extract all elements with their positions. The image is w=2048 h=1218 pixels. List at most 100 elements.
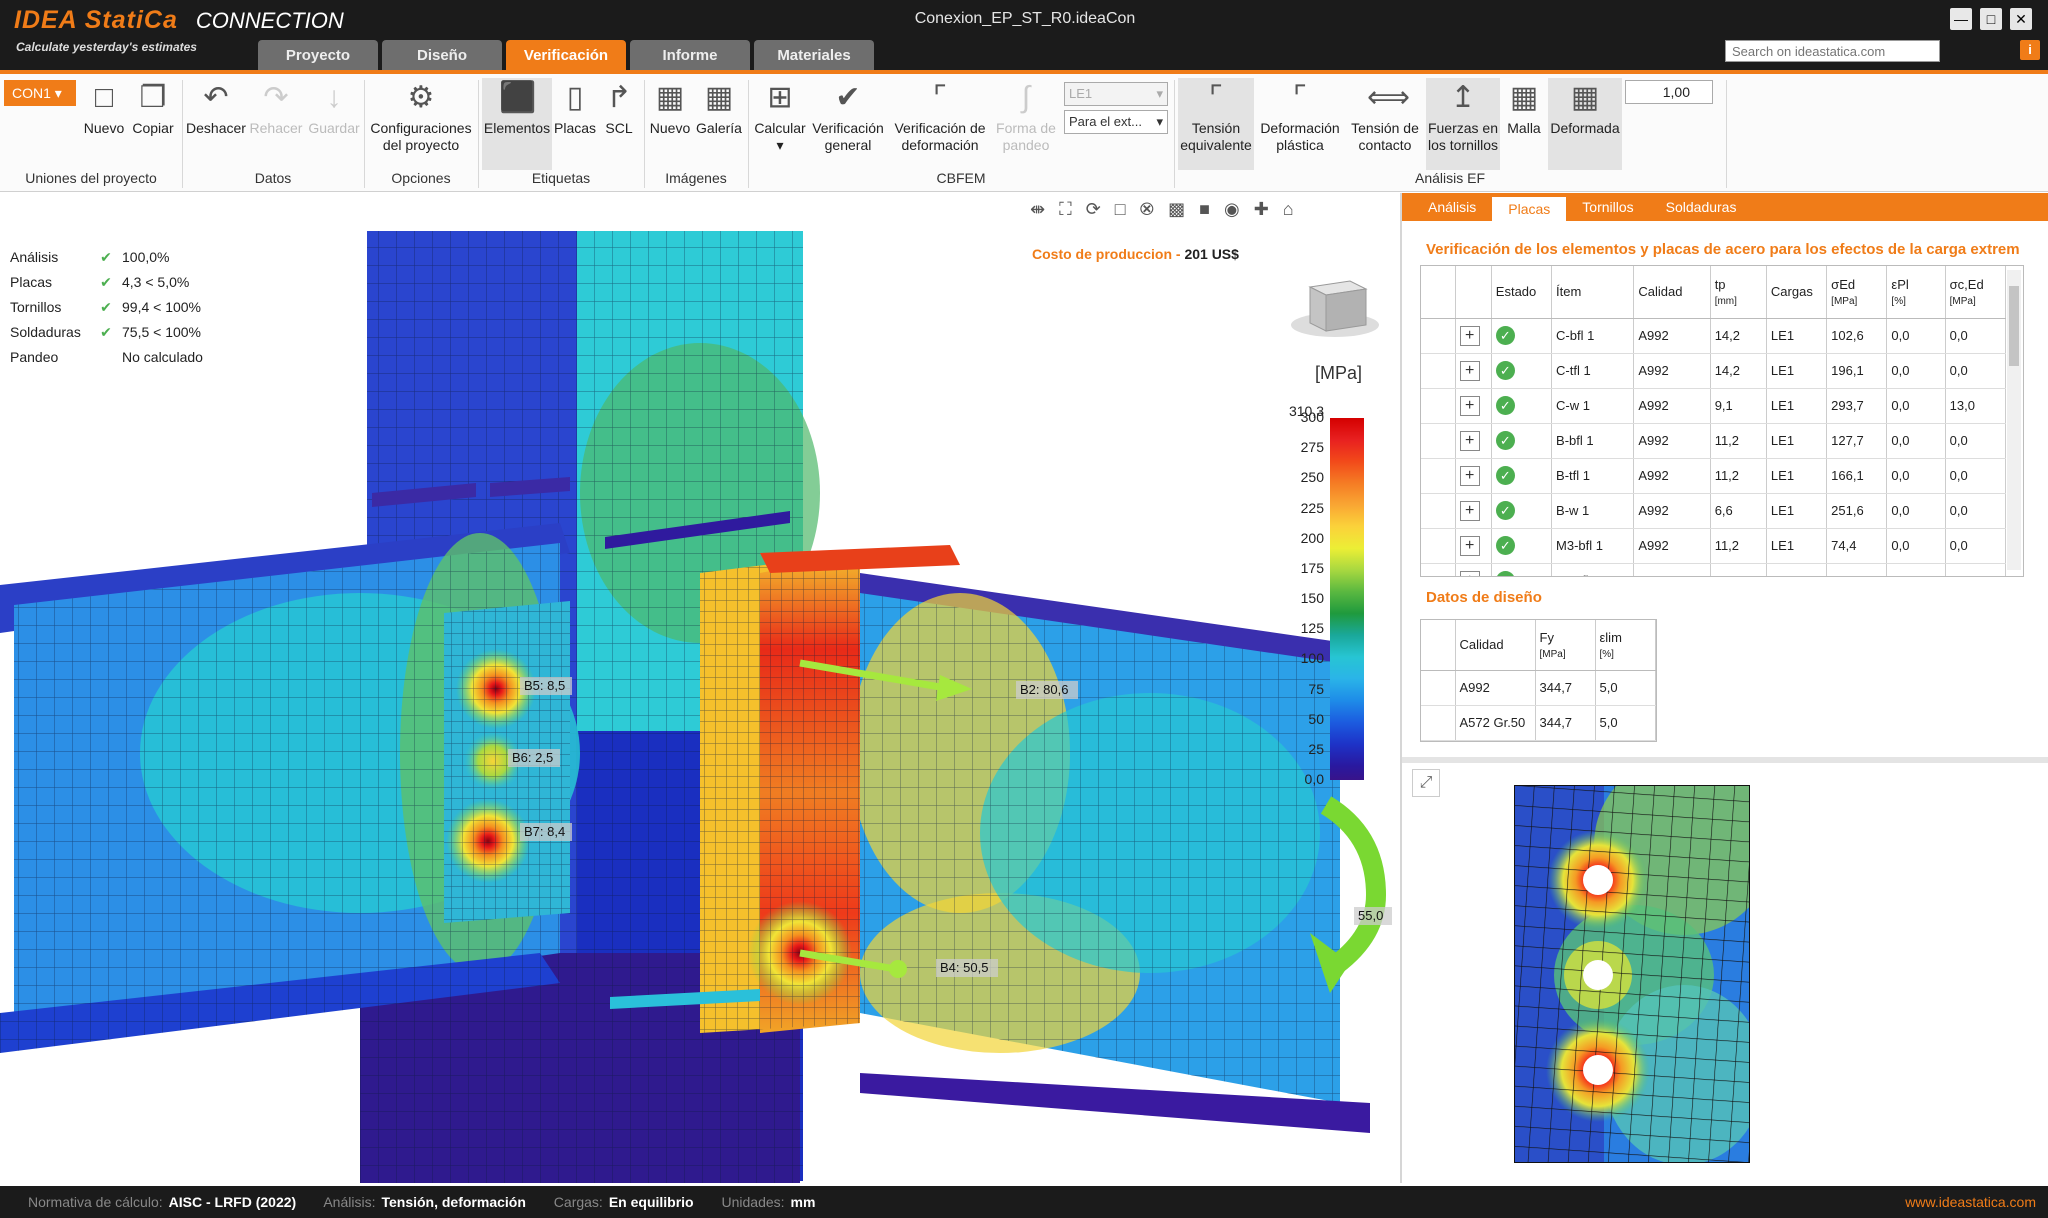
expand-row-icon[interactable]: + — [1459, 430, 1480, 451]
copiar-button[interactable]: ❐ Copiar — [130, 78, 176, 137]
configuraciones-button[interactable]: ⚙ Configuraciones del proyecto — [366, 78, 476, 154]
calcular-button[interactable]: ⊞ Calcular ▾ — [752, 78, 808, 154]
table-row[interactable]: + ✓ B-bfl 1 A992 11,2 LE1 127,7 0,0 0,0 — [1421, 423, 2007, 459]
forma-pandeo-button[interactable]: ∫ Forma de pandeo — [994, 78, 1058, 154]
search-input[interactable] — [1725, 40, 1940, 62]
expand-row-icon[interactable]: + — [1459, 535, 1480, 556]
expand-icon[interactable]: ⤢ — [1412, 769, 1440, 797]
galeria-button[interactable]: ▦ Galería — [694, 78, 744, 137]
table-scrollbar-thumb[interactable] — [2009, 286, 2019, 366]
info-button[interactable]: i — [2020, 40, 2040, 60]
summary-row: Análisis ✔ 100,0% — [10, 245, 203, 270]
table-row[interactable]: + ✓ C-tfl 1 A992 14,2 LE1 196,1 0,0 0,0 — [1421, 353, 2007, 389]
fit-width-icon[interactable]: ⇼ — [1030, 199, 1045, 220]
cell-epl: 0,0 — [1886, 563, 1946, 576]
home-icon[interactable]: ⌂ — [1283, 199, 1294, 220]
guardar-button[interactable]: ↓ Guardar — [306, 78, 362, 137]
section-icon[interactable]: □ — [1115, 199, 1126, 220]
extreme-select[interactable]: Para el ext... ▾ — [1064, 110, 1168, 134]
cell-sced: 0,0 — [1945, 563, 2007, 576]
table-row[interactable]: + ✓ C-w 1 A992 9,1 LE1 293,7 0,0 13,0 — [1421, 388, 2007, 424]
tension-equivalente-button[interactable]: ⌜ Tensión equivalente — [1178, 78, 1254, 170]
view-cube-icon[interactable] — [1290, 273, 1380, 343]
table-row[interactable]: + ✓ C-bfl 1 A992 14,2 LE1 102,6 0,0 0,0 — [1421, 318, 2007, 354]
scl-button[interactable]: ↱ SCL — [598, 78, 640, 137]
expand-row-icon[interactable]: + — [1459, 325, 1480, 346]
cost-label: Costo de produccion — [1032, 246, 1172, 262]
stress-model-view[interactable]: B5: 8,5 B6: 2,5 B7: 8,4 B2: 80,6 B4: 50,… — [0, 193, 1400, 1183]
col-epl[interactable]: εPl [%] — [1886, 266, 1946, 319]
expand-row-icon[interactable]: + — [1459, 465, 1480, 486]
deformacion-plastica-button[interactable]: ⌜ Deformación plástica — [1256, 78, 1344, 154]
deshacer-button[interactable]: ↶ Deshacer — [186, 78, 246, 137]
cell-sed: 251,6 — [1826, 493, 1888, 529]
deformation-scale-input[interactable]: 1,00 — [1625, 80, 1713, 104]
title-bar: IDEA StatiCa CONNECTION Calculate yesterd… — [0, 0, 2048, 72]
cell-epl: 0,0 — [1886, 388, 1946, 424]
verificacion-deformacion-button[interactable]: ⌜ Verificación de deformación — [888, 78, 992, 154]
app-slogan: Calculate yesterday's estimates — [16, 40, 197, 54]
zoom-extents-icon[interactable]: ⛶ — [1059, 199, 1072, 220]
fuerzas-tornillos-button[interactable]: ↥ Fuerzas en los tornillos — [1426, 78, 1500, 170]
nuevo-button[interactable]: □ Nuevo — [80, 78, 128, 137]
nuevo-imagen-button[interactable]: ▦ Nuevo — [648, 78, 692, 137]
tab-analisis[interactable]: Análisis — [1412, 193, 1492, 221]
table-row[interactable]: + ✓ M3-bfl 1 A992 11,2 LE1 74,4 0,0 0,0 — [1421, 528, 2007, 564]
plates-table-body: + ✓ C-bfl 1 A992 14,2 LE1 102,6 0,0 0,0 + ✓ C-tfl 1… — [1421, 318, 2007, 576]
tab-diseno[interactable]: Diseño — [382, 40, 502, 72]
tab-soldaduras[interactable]: Soldaduras — [1650, 193, 1753, 221]
tension-contacto-button[interactable]: ⟺ Tensión de contacto — [1346, 78, 1424, 154]
elementos-button[interactable]: ⬛ Elementos — [482, 78, 552, 170]
expand-row-icon[interactable]: + — [1459, 500, 1480, 521]
cell-tp: 11,2 — [1710, 458, 1767, 494]
close-icon[interactable]: ✕ — [2010, 8, 2032, 30]
wireframe-icon[interactable]: ⮿ — [1140, 199, 1154, 220]
verificacion-general-button[interactable]: ✔ Verificación general — [808, 78, 888, 154]
check-icon: ✔ — [100, 324, 112, 340]
expand-row-icon[interactable]: + — [1459, 395, 1480, 416]
maximize-icon[interactable]: □ — [1980, 8, 2002, 30]
tab-materiales[interactable]: Materiales — [754, 40, 874, 72]
transparent-icon[interactable]: ▩ — [1168, 199, 1185, 220]
tab-placas[interactable]: Placas — [1492, 197, 1567, 221]
minimize-icon[interactable]: — — [1950, 8, 1972, 30]
rotate-icon[interactable]: ⟳ — [1086, 199, 1101, 220]
cell-epl: 0,0 — [1886, 318, 1946, 354]
rehacer-button[interactable]: ↷ Rehacer — [248, 78, 304, 137]
col-calidad[interactable]: Calidad — [1633, 266, 1711, 319]
tab-proyecto[interactable]: Proyecto — [258, 40, 378, 72]
tab-verificacion[interactable]: Verificación — [506, 40, 626, 72]
eye-icon[interactable]: ◉ — [1224, 199, 1240, 220]
plate-detail-view[interactable] — [1514, 785, 1750, 1163]
col-item[interactable]: Ítem — [1551, 266, 1635, 319]
settings-code-icon: ⚙ — [407, 81, 435, 114]
col-tp[interactable]: tp [mm] — [1710, 266, 1767, 319]
axes-view-icon[interactable]: ✚ — [1254, 199, 1269, 220]
check-circle-icon: ✔ — [835, 81, 861, 114]
table-row[interactable]: +✓M3-tfl 1A99211,2LE174,50,00,0 — [1421, 563, 2007, 576]
panel-divider[interactable] — [1402, 757, 2048, 763]
website-link[interactable]: www.ideastatica.com — [1905, 1186, 2036, 1218]
tab-tornillos[interactable]: Tornillos — [1566, 193, 1649, 221]
malla-button[interactable]: ▦ Malla — [1502, 78, 1546, 137]
col-sced[interactable]: σc,Ed [MPa] — [1945, 266, 2007, 319]
status-normativa-key: Normativa de cálculo: — [28, 1194, 163, 1210]
design-col-elim-label: εlim — [1599, 629, 1622, 645]
connection-selector[interactable]: CON1 ▾ — [4, 80, 76, 106]
col-estado[interactable]: Estado — [1491, 266, 1553, 319]
expand-row-icon[interactable]: + — [1459, 360, 1480, 381]
load-case-select[interactable]: LE1 ▾ — [1064, 82, 1168, 106]
deformada-button[interactable]: ▦ Deformada — [1548, 78, 1622, 170]
col-sed[interactable]: σEd [MPa] — [1826, 266, 1888, 319]
cell-calidad: A992 — [1633, 423, 1711, 459]
table-row[interactable]: + ✓ B-w 1 A992 6,6 LE1 251,6 0,0 0,0 — [1421, 493, 2007, 529]
view-toolbar: ⇼ ⛶ ⟳ □ ⮿ ▩ ■ ◉ ✚ ⌂ — [1030, 199, 1294, 220]
fe-viewport[interactable]: B5: 8,5 B6: 2,5 B7: 8,4 B2: 80,6 B4: 50,… — [0, 193, 1400, 1183]
col-cargas[interactable]: Cargas — [1766, 266, 1828, 319]
cell-calidad: A992 — [1633, 493, 1711, 529]
solid-icon[interactable]: ■ — [1199, 199, 1210, 220]
expand-row-icon[interactable]: + — [1459, 570, 1480, 576]
placas-button[interactable]: ▯ Placas — [554, 78, 596, 137]
table-row[interactable]: + ✓ B-tfl 1 A992 11,2 LE1 166,1 0,0 0,0 — [1421, 458, 2007, 494]
tab-informe[interactable]: Informe — [630, 40, 750, 72]
